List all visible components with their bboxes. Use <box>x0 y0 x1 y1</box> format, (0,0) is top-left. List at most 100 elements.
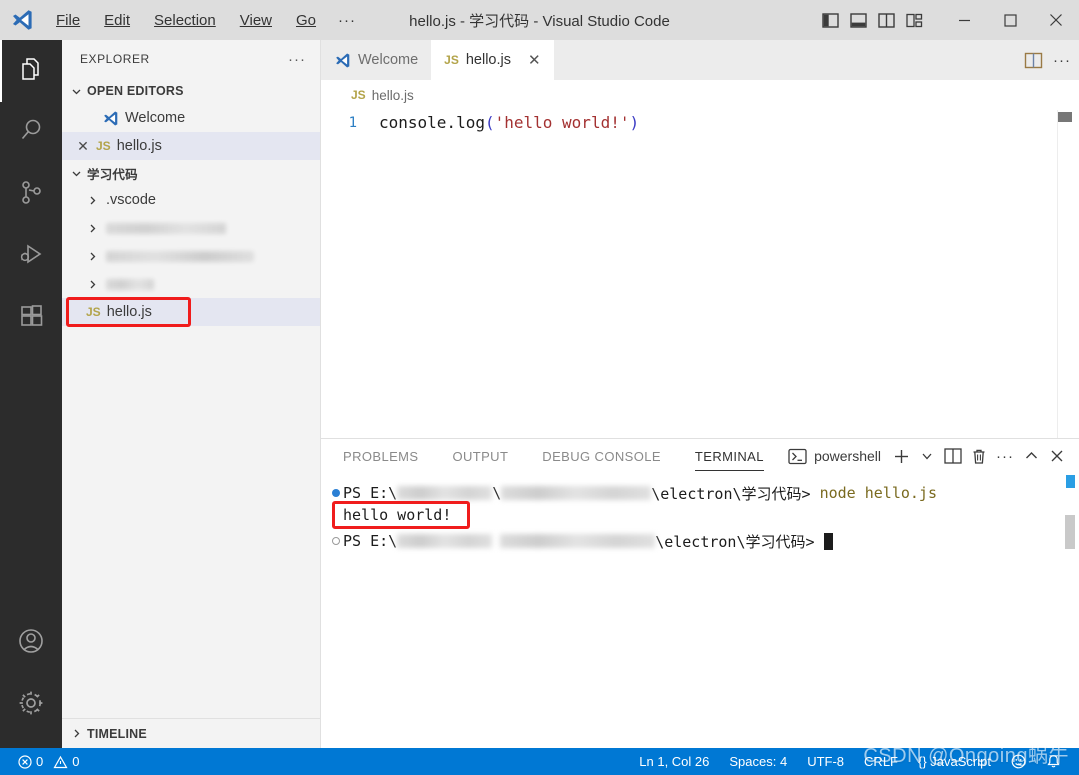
kill-terminal-icon[interactable] <box>967 442 991 470</box>
section-label-open-editors: OPEN EDITORS <box>87 84 184 98</box>
tree-item-hello-js[interactable]: JS hello.js <box>62 297 320 327</box>
chevron-right-icon <box>84 192 100 208</box>
status-encoding[interactable]: UTF-8 <box>797 748 854 775</box>
menu-bar[interactable]: File Edit Selection View Go ··· <box>44 0 366 40</box>
breadcrumb[interactable]: JS hello.js <box>321 80 1079 110</box>
explorer-more-actions-icon[interactable]: ··· <box>288 51 306 68</box>
tab-debug-console[interactable]: DEBUG CONSOLE <box>542 439 661 473</box>
minimize-button[interactable] <box>941 0 987 40</box>
activity-item-source-control[interactable] <box>0 164 62 226</box>
layout-controls <box>817 5 927 35</box>
open-editor-hello-js[interactable]: ✕ JS hello.js <box>62 132 320 160</box>
notifications-bell-icon[interactable] <box>1036 748 1071 775</box>
status-problems[interactable]: 0 0 <box>14 748 83 775</box>
toggle-primary-sidebar-icon[interactable] <box>817 5 843 35</box>
terminal-output-text: hello world! <box>343 506 452 524</box>
redacted-path-segment <box>501 486 652 500</box>
close-panel-icon[interactable] <box>1045 442 1069 470</box>
editor-overview-divider <box>1057 110 1058 456</box>
new-terminal-icon[interactable] <box>889 442 913 470</box>
status-bar: 0 0 Ln 1, Col 26 Spaces: 4 UTF-8 CRLF {}… <box>0 748 1079 775</box>
menu-item-selection[interactable]: Selection <box>144 9 226 32</box>
run-debug-icon <box>18 241 45 273</box>
menu-item-go[interactable]: Go <box>286 9 326 32</box>
vscode-logo-icon <box>0 0 44 40</box>
tab-close-icon[interactable]: ✕ <box>528 51 541 69</box>
tab-problems[interactable]: PROBLEMS <box>343 439 418 473</box>
breadcrumb-label: hello.js <box>371 87 414 103</box>
terminal-output[interactable]: PS E:\ \ \electron\学习代码> node hello.js h… <box>321 473 1079 745</box>
error-icon <box>18 754 32 769</box>
split-terminal-icon[interactable] <box>941 442 965 470</box>
terminal-command: node hello.js <box>819 484 937 502</box>
menu-item-file[interactable]: File <box>46 9 90 32</box>
redacted-label <box>106 278 154 290</box>
tab-label: Welcome <box>358 52 419 68</box>
menu-item-edit[interactable]: Edit <box>94 9 140 32</box>
code-token-string: 'hello world!' <box>494 113 630 132</box>
activity-item-explorer[interactable] <box>0 40 62 102</box>
open-editor-label: Welcome <box>125 110 186 126</box>
code-text[interactable]: console.log('hello world!') <box>379 110 639 136</box>
activity-item-extensions[interactable] <box>0 288 62 350</box>
status-eol[interactable]: CRLF <box>854 748 908 775</box>
toggle-secondary-sidebar-icon[interactable] <box>873 5 899 35</box>
activity-item-accounts[interactable] <box>0 612 62 674</box>
minimap-slider[interactable] <box>1058 112 1072 122</box>
code-token-plain: console.log <box>379 113 485 132</box>
activity-item-search[interactable] <box>0 102 62 164</box>
customize-layout-icon[interactable] <box>901 5 927 35</box>
split-editor-icon[interactable] <box>1024 52 1043 69</box>
terminal-more-icon[interactable]: ··· <box>993 442 1017 470</box>
explorer-sidebar: EXPLORER ··· OPEN EDITORS Welcome ✕ JS h… <box>62 40 321 748</box>
code-token-paren-open: ( <box>484 113 495 132</box>
maximize-button[interactable] <box>987 0 1033 40</box>
section-label-timeline: TIMELINE <box>87 726 147 741</box>
close-button[interactable] <box>1033 0 1079 40</box>
tree-item-redacted-2[interactable] <box>62 242 320 270</box>
menu-item-view[interactable]: View <box>230 9 282 32</box>
menu-item-more[interactable]: ··· <box>328 9 366 32</box>
chevron-right-icon <box>84 220 100 236</box>
warning-icon <box>53 755 68 769</box>
folder-name: 学习代码 <box>87 167 138 182</box>
source-control-icon <box>18 179 45 211</box>
account-icon <box>17 627 45 660</box>
feedback-smiley-icon[interactable] <box>1001 748 1036 775</box>
status-bar-left: 0 0 <box>0 748 83 775</box>
redacted-label <box>106 250 254 262</box>
js-icon: JS <box>351 88 366 102</box>
line-number: 1 <box>348 115 357 131</box>
status-indentation[interactable]: Spaces: 4 <box>719 748 797 775</box>
open-editor-welcome[interactable]: Welcome <box>62 104 320 132</box>
code-line-1: 1 console.log('hello world!') <box>321 110 1079 136</box>
section-folder[interactable]: 学习代码 <box>62 160 320 186</box>
tab-output[interactable]: OUTPUT <box>452 439 508 473</box>
editor-more-actions-icon[interactable]: ··· <box>1053 52 1071 69</box>
tab-label: hello.js <box>465 52 511 68</box>
status-cursor-position[interactable]: Ln 1, Col 26 <box>629 748 719 775</box>
toggle-panel-icon[interactable] <box>845 5 871 35</box>
tree-item-redacted-3[interactable] <box>62 270 320 298</box>
code-editor[interactable]: 1 console.log('hello world!') <box>321 110 1079 456</box>
section-timeline[interactable]: TIMELINE <box>62 718 320 748</box>
terminal-line-prompt: PS E:\ \electron\学习代码> <box>329 531 1079 551</box>
tree-item-label: hello.js <box>106 304 152 320</box>
section-open-editors[interactable]: OPEN EDITORS <box>62 78 320 104</box>
maximize-panel-icon[interactable] <box>1019 442 1043 470</box>
activity-item-settings[interactable] <box>0 674 62 736</box>
tree-item-redacted-1[interactable] <box>62 214 320 242</box>
chevron-down-icon <box>68 165 84 181</box>
js-icon: JS <box>86 305 101 319</box>
tab-welcome[interactable]: Welcome <box>321 40 432 80</box>
tab-terminal[interactable]: TERMINAL <box>694 439 764 473</box>
close-icon[interactable]: ✕ <box>76 138 90 155</box>
tab-hello-js[interactable]: JS hello.js ✕ <box>431 40 554 80</box>
activity-item-run-and-debug[interactable] <box>0 226 62 288</box>
terminal-shell-selector[interactable]: powershell <box>788 448 881 465</box>
status-language-mode[interactable]: {} JavaScript <box>908 748 1001 775</box>
tree-item-vscode[interactable]: .vscode <box>62 186 320 214</box>
terminal-line-output: hello world! <box>329 501 1079 529</box>
terminal-powershell-icon <box>788 448 807 465</box>
terminal-dropdown-icon[interactable] <box>915 442 939 470</box>
